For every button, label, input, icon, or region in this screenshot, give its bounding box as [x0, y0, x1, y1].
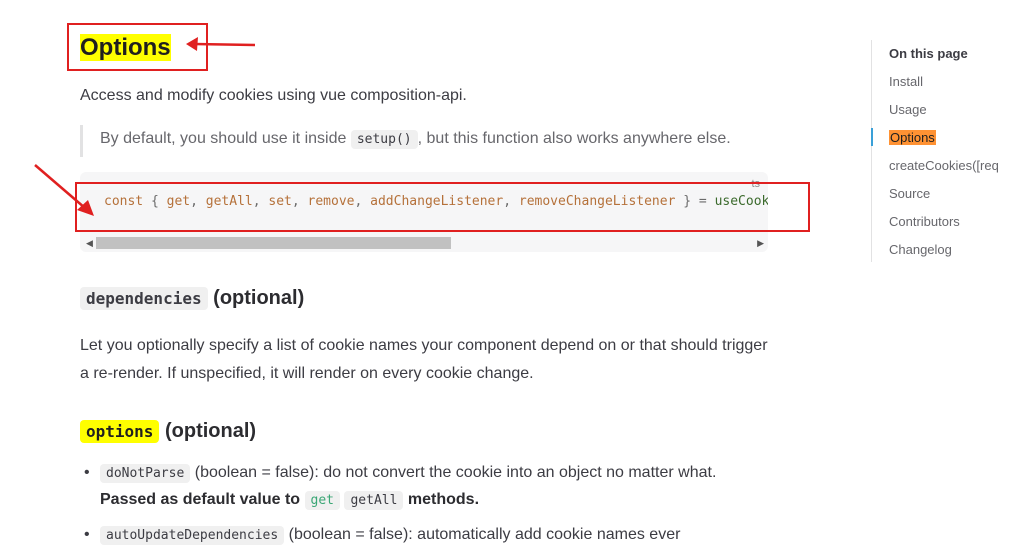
tip-text: By default, you should use it inside set…: [100, 130, 731, 149]
tip-prefix: By default, you should use it inside: [100, 130, 347, 147]
option-code-getAll: getAll: [344, 491, 404, 510]
toc-item-createcookies[interactable]: createCookies([req: [889, 158, 999, 173]
option-text: (boolean = false): automatically add coo…: [288, 526, 681, 543]
annotation-box-code: [75, 182, 810, 232]
annotation-arrow-code: [34, 164, 94, 216]
scroll-right-arrow-icon[interactable]: ▶: [757, 236, 764, 250]
option-text: (boolean = false): do not convert the co…: [194, 464, 717, 481]
toc-active-marker: [871, 128, 873, 146]
dependencies-description: Let you optionally specify a list of coo…: [80, 337, 768, 382]
tip-suffix: , but this function also works anywhere …: [417, 130, 731, 147]
scroll-left-arrow-icon[interactable]: ◀: [86, 236, 93, 250]
dependencies-code: dependencies: [80, 287, 208, 310]
toc-item-install[interactable]: Install: [889, 74, 923, 89]
toc-item-source[interactable]: Source: [889, 186, 930, 201]
tip-inline-code: setup(): [350, 130, 418, 149]
dependencies-tail: (optional): [213, 287, 305, 309]
page-title-text: Options: [80, 34, 171, 61]
options-list: doNotParse (boolean = false): do not con…: [80, 460, 780, 557]
options-code: options: [80, 420, 160, 443]
option-code-get: get: [304, 491, 341, 510]
options-tail: (optional): [165, 420, 257, 442]
horizontal-scrollbar[interactable]: ◀ ▶: [86, 236, 766, 250]
tip-block: By default, you should use it inside set…: [80, 125, 783, 157]
list-item: doNotParse (boolean = false): do not con…: [80, 460, 780, 514]
scrollbar-thumb[interactable]: [96, 237, 451, 249]
toc-title: On this page: [889, 46, 968, 61]
option-code-autoUpdateDependencies: autoUpdateDependencies: [100, 526, 285, 545]
toc-item-options[interactable]: Options: [889, 130, 936, 145]
toc-item-usage[interactable]: Usage: [889, 102, 927, 117]
option-code-doNotParse: doNotParse: [100, 464, 191, 483]
dependencies-heading: dependencies (optional): [80, 287, 304, 310]
option-bold-prefix: Passed as default value to: [100, 491, 301, 508]
toc-item-contributors[interactable]: Contributors: [889, 214, 960, 229]
annotation-arrow-heading: [186, 37, 256, 51]
options-heading: options (optional): [80, 420, 256, 443]
option-bold-suffix: methods.: [407, 491, 480, 508]
page-title: Options: [80, 33, 171, 63]
toc-item-changelog[interactable]: Changelog: [889, 242, 952, 257]
list-item: autoUpdateDependencies (boolean = false)…: [80, 522, 780, 549]
on-this-page-nav: On this page Install Usage Options creat…: [871, 40, 1010, 262]
intro-text: Access and modify cookies using vue comp…: [80, 87, 467, 104]
